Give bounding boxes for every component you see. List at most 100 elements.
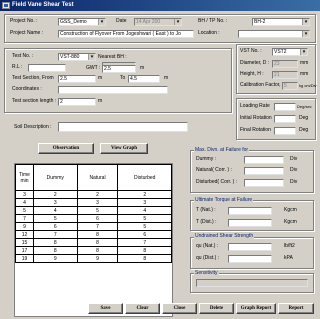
cell-disturbed[interactable]: 3 [117, 198, 172, 207]
delete-button[interactable]: Delete [199, 303, 234, 314]
cell-time[interactable]: 4 [15, 198, 34, 207]
vst-no-select[interactable]: VST2 [272, 48, 308, 56]
section-to-field[interactable]: 4.5 [128, 75, 160, 83]
dummy-div-field[interactable] [244, 156, 284, 164]
cell-dummy[interactable]: 9 [33, 254, 78, 263]
cell-disturbed[interactable]: 5 [117, 222, 172, 231]
loading-rate-unit: Deg/sec [297, 104, 312, 109]
table-row[interactable]: 19 9 9 8 [15, 254, 172, 263]
location-label: Location : [198, 30, 220, 36]
table-row[interactable]: 4333 [15, 198, 172, 207]
cell-disturbed[interactable]: 2 [117, 190, 172, 199]
height-field[interactable]: 21 [272, 71, 298, 79]
cell-natural[interactable]: 8 [76, 230, 119, 239]
cell-natural[interactable]: 9 [76, 254, 119, 263]
cell-disturbed[interactable]: 6 [117, 230, 172, 239]
cell-time[interactable]: 9 [15, 222, 34, 231]
location-select[interactable] [238, 30, 310, 38]
cell-dummy[interactable]: 4 [33, 206, 78, 215]
observation-grid[interactable]: Time min Dummy Natural Disturbed 3222433… [14, 163, 173, 317]
table-row[interactable]: 12 7 8 6 [15, 230, 172, 239]
cell-dummy[interactable]: 8 [33, 238, 78, 247]
sensitivity-field[interactable] [196, 279, 308, 287]
calibration-field[interactable]: 5 [282, 82, 298, 90]
cell-dummy[interactable]: 7 [33, 230, 78, 239]
section-length-unit: m [98, 98, 103, 104]
project-name-field[interactable]: Construction of Flyover From Jogeshwari … [58, 30, 194, 38]
save-button[interactable]: Save [88, 303, 123, 314]
table-row[interactable]: 15 8 8 7 [15, 238, 172, 247]
cell-natural[interactable]: 7 [76, 222, 119, 231]
cell-natural[interactable]: 8 [76, 246, 119, 255]
cell-dummy[interactable]: 8 [33, 246, 78, 255]
table-row[interactable]: 3222 [15, 190, 172, 199]
natural-div-field[interactable] [244, 167, 284, 175]
cell-dummy[interactable]: 3 [33, 198, 78, 207]
loading-rate-label: Loading Rate [240, 103, 270, 109]
view-graph-button[interactable]: View Graph [100, 143, 148, 154]
date-label: Date [116, 18, 127, 24]
rl-field[interactable] [28, 64, 66, 72]
strength-title: Undrained Shear Strength [194, 233, 255, 239]
loading-rate-field[interactable] [274, 103, 296, 111]
clear-button[interactable]: Clear [125, 303, 160, 314]
cell-natural[interactable]: 5 [76, 206, 119, 215]
t-nat-unit: Kgcm [284, 207, 297, 213]
cell-disturbed[interactable]: 8 [117, 246, 172, 255]
column-header-disturbed: Disturbed [117, 164, 172, 191]
section-to-unit: m [164, 75, 169, 81]
initial-rotation-field[interactable] [274, 115, 296, 123]
t-dist-field[interactable] [228, 219, 272, 227]
table-row[interactable]: 7565 [15, 214, 172, 223]
observation-table: Time min Dummy Natural Disturbed 3222433… [15, 164, 172, 263]
section-from-field[interactable]: 2.5 [58, 75, 96, 83]
table-row[interactable]: 9675 [15, 222, 172, 231]
initial-rotation-unit: Deg [299, 115, 309, 121]
natural-div-unit: Div [290, 167, 298, 173]
disturbed-div-field[interactable] [244, 179, 284, 187]
window-title-bar[interactable]: Field Vane Shear Test [0, 0, 320, 11]
cell-natural[interactable]: 6 [76, 214, 119, 223]
section-from-label: Test Section, From [12, 75, 54, 81]
cell-time[interactable]: 5 [15, 206, 34, 215]
coordinates-field[interactable] [58, 86, 168, 94]
qu-nat-field[interactable] [228, 243, 272, 251]
cell-disturbed[interactable]: 8 [117, 254, 172, 263]
cell-dummy[interactable]: 6 [33, 222, 78, 231]
bh-tp-select[interactable]: BH-2 [252, 18, 310, 26]
column-header-dummy: Dummy [33, 164, 78, 191]
cell-time[interactable]: 7 [15, 214, 34, 223]
project-no-select[interactable]: GSS_Demo [58, 18, 106, 26]
soil-description-field[interactable] [58, 122, 188, 132]
report-button[interactable]: Report [278, 303, 314, 314]
cell-time[interactable]: 15 [15, 238, 34, 247]
diameter-field[interactable]: 23 [272, 60, 298, 68]
cell-time[interactable]: 17 [15, 246, 34, 255]
test-no-select[interactable]: VST-880 [58, 53, 96, 61]
t-nat-field[interactable] [228, 207, 272, 215]
project-no-label: Project No. : [10, 18, 38, 24]
final-rotation-field[interactable] [274, 127, 296, 135]
cell-disturbed[interactable]: 5 [117, 214, 172, 223]
table-row[interactable]: 5454 [15, 206, 172, 215]
cell-time[interactable]: 19 [15, 254, 34, 263]
cell-natural[interactable]: 3 [76, 198, 119, 207]
graph-report-button[interactable]: Graph Report [236, 303, 276, 314]
close-button[interactable]: Close [162, 303, 197, 314]
observation-button[interactable]: Observation [38, 143, 94, 154]
cell-dummy[interactable]: 2 [33, 190, 78, 199]
cell-time[interactable]: 12 [15, 230, 34, 239]
table-row[interactable]: 17 8 8 8 [15, 246, 172, 255]
cell-natural[interactable]: 8 [76, 238, 119, 247]
date-picker[interactable]: 14 Apr 200 [134, 18, 182, 26]
gwt-field[interactable]: 2.5 [102, 65, 136, 73]
section-length-field[interactable]: 2 [58, 98, 96, 106]
qu-dist-field[interactable] [228, 255, 272, 263]
final-rotation-unit: Deg [299, 127, 309, 133]
cell-disturbed[interactable]: 4 [117, 206, 172, 215]
cell-dummy[interactable]: 5 [33, 214, 78, 223]
column-header-natural: Natural [76, 164, 119, 191]
cell-natural[interactable]: 2 [76, 190, 119, 199]
cell-time[interactable]: 3 [15, 190, 34, 199]
cell-disturbed[interactable]: 7 [117, 238, 172, 247]
